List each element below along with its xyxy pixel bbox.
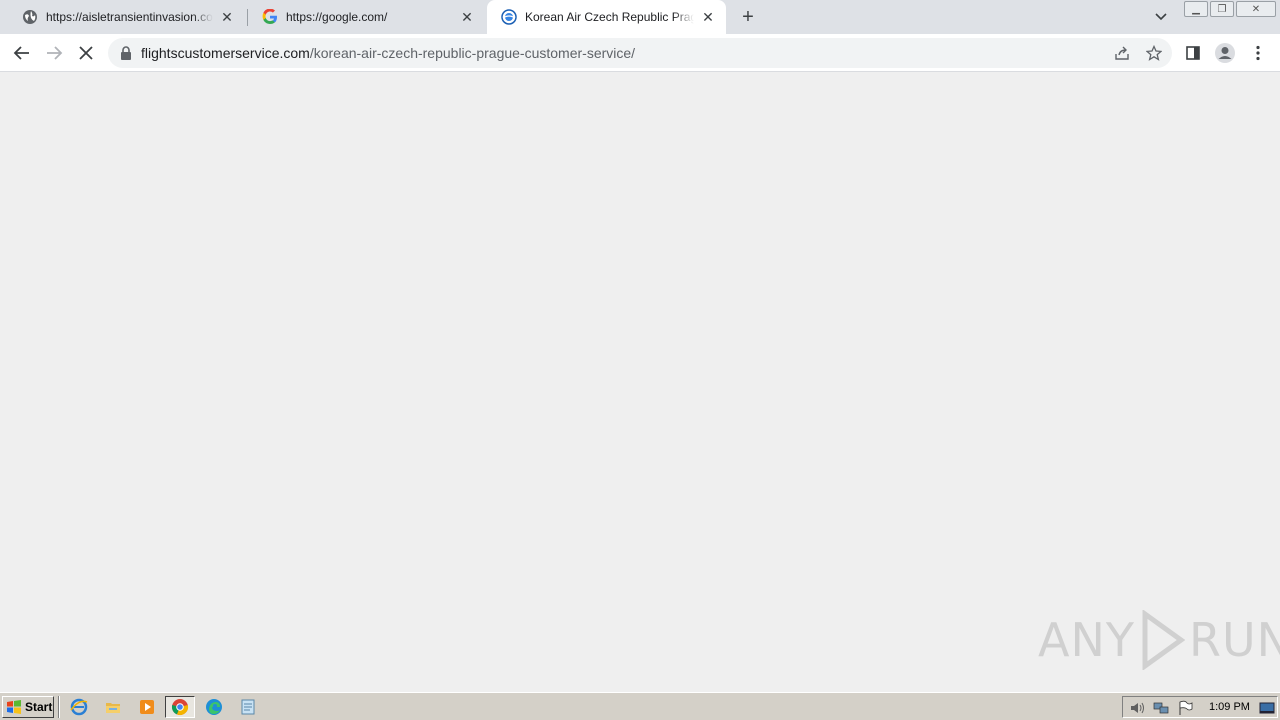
- desktop-icon: [1259, 702, 1275, 714]
- watermark-left-text: ANY: [1038, 613, 1135, 667]
- site-logo-icon: [501, 9, 517, 25]
- url-path: /korean-air-czech-republic-prague-custom…: [309, 45, 636, 61]
- tab-google[interactable]: https://google.com/ ✕: [248, 0, 485, 34]
- taskbar-ie[interactable]: [64, 696, 94, 718]
- star-icon: [1146, 45, 1162, 61]
- kebab-menu-icon: [1256, 45, 1260, 61]
- bookmark-button[interactable]: [1145, 44, 1163, 62]
- taskbar-media-player[interactable]: [132, 696, 162, 718]
- lock-icon[interactable]: [120, 46, 132, 60]
- anyrun-watermark: ANY RUN: [1038, 608, 1280, 672]
- menu-button[interactable]: [1247, 42, 1269, 64]
- tab-title: Korean Air Czech Republic Prague C: [525, 10, 694, 24]
- side-panel-button[interactable]: [1182, 42, 1204, 64]
- globe-icon: [22, 9, 38, 25]
- network-button[interactable]: [1153, 700, 1169, 716]
- clock[interactable]: 1:09 PM: [1209, 701, 1250, 713]
- profile-button[interactable]: [1214, 42, 1236, 64]
- avatar-icon: [1215, 43, 1235, 63]
- tab-strip: https://aisletransientinvasion.com/d ✕ h…: [0, 0, 1280, 34]
- play-logo-icon: [1142, 610, 1185, 670]
- window-controls: ▁ ❐ ✕: [1182, 1, 1276, 17]
- share-icon: [1115, 46, 1129, 60]
- media-player-icon: [140, 700, 154, 714]
- taskbar-divider: [58, 696, 60, 718]
- chevron-down-icon: [1155, 13, 1167, 21]
- show-desktop-button[interactable]: [1259, 700, 1275, 716]
- forward-button[interactable]: [41, 40, 67, 66]
- close-tab-icon[interactable]: ✕: [700, 9, 716, 25]
- arrow-left-icon: [13, 46, 29, 60]
- url-host: flightscustomerservice.com: [141, 45, 310, 61]
- windows-logo-icon: [7, 700, 21, 714]
- taskbar: Start 1:09 PM: [0, 692, 1280, 720]
- taskbar-chrome[interactable]: [165, 696, 195, 718]
- start-label: Start: [25, 700, 53, 714]
- minimize-button[interactable]: ▁: [1184, 1, 1208, 17]
- window-close-button[interactable]: ✕: [1236, 1, 1276, 17]
- network-icon: [1153, 702, 1169, 714]
- action-center-button[interactable]: [1177, 700, 1193, 716]
- explorer-icon: [106, 703, 120, 713]
- back-button[interactable]: [9, 40, 35, 66]
- url-text: flightscustomerservice.com/korean-air-cz…: [141, 45, 635, 61]
- google-icon: [262, 9, 278, 25]
- browser-toolbar: flightscustomerservice.com/korean-air-cz…: [0, 34, 1280, 72]
- address-bar[interactable]: flightscustomerservice.com/korean-air-cz…: [108, 38, 1172, 68]
- side-panel-icon: [1186, 46, 1200, 60]
- taskbar-edge[interactable]: [199, 696, 229, 718]
- tab-aisletransientinvasion[interactable]: https://aisletransientinvasion.com/d ✕: [8, 0, 245, 34]
- taskbar-notepad[interactable]: [233, 696, 263, 718]
- start-button[interactable]: Start: [2, 696, 54, 718]
- close-tab-icon[interactable]: ✕: [219, 9, 235, 25]
- new-tab-button[interactable]: +: [736, 5, 760, 29]
- edge-icon: [206, 699, 222, 715]
- flag-icon: [1179, 700, 1193, 715]
- watermark-right-text: RUN: [1188, 613, 1280, 667]
- ie-icon: [70, 698, 88, 716]
- arrow-right-icon: [47, 46, 63, 60]
- page-content: [0, 72, 1280, 692]
- system-tray: 1:09 PM: [1122, 696, 1278, 718]
- tab-title: https://google.com/: [286, 10, 388, 24]
- taskbar-explorer[interactable]: [98, 696, 128, 718]
- chrome-icon: [171, 699, 189, 716]
- tab-search-button[interactable]: [1150, 6, 1172, 28]
- stop-loading-button[interactable]: [73, 40, 99, 66]
- close-tab-icon[interactable]: ✕: [459, 9, 475, 25]
- restore-button[interactable]: ❐: [1210, 1, 1234, 17]
- notepad-icon: [241, 699, 255, 715]
- tab-title: https://aisletransientinvasion.com/d: [46, 10, 213, 24]
- close-icon: [79, 46, 93, 60]
- speaker-icon: [1131, 702, 1144, 714]
- volume-button[interactable]: [1129, 700, 1145, 716]
- tab-korean-air[interactable]: Korean Air Czech Republic Prague C ✕: [487, 0, 726, 34]
- share-button[interactable]: [1113, 44, 1131, 62]
